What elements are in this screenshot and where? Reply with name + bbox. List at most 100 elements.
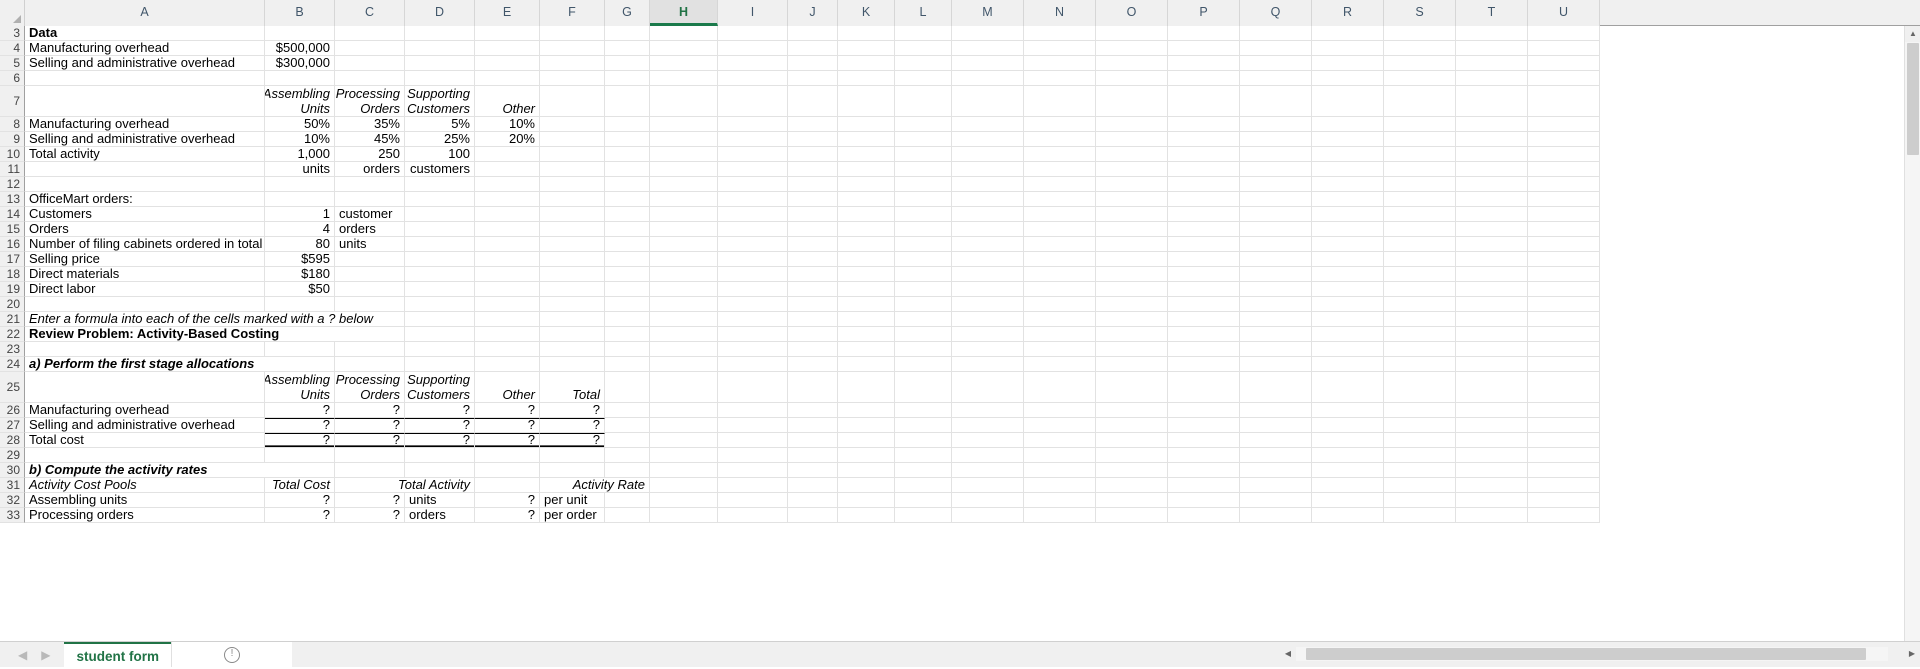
cell-K18[interactable] — [838, 267, 895, 282]
cell-B7[interactable]: Assembling Units — [265, 86, 335, 117]
cell-H25[interactable] — [650, 372, 718, 403]
cell-P10[interactable] — [1168, 147, 1240, 162]
cell-B19[interactable]: $50 — [265, 282, 335, 297]
cell-F15[interactable] — [540, 222, 605, 237]
cell-E8[interactable]: 10% — [475, 117, 540, 132]
cell-L9[interactable] — [895, 132, 952, 147]
cell-T26[interactable] — [1456, 403, 1528, 418]
cell-C20[interactable] — [335, 297, 405, 312]
cell-M6[interactable] — [952, 71, 1024, 86]
cell-U29[interactable] — [1528, 448, 1600, 463]
column-header-i[interactable]: I — [718, 0, 788, 26]
cell-H26[interactable] — [650, 403, 718, 418]
row-header-31[interactable]: 31 — [0, 478, 25, 493]
cell-R27[interactable] — [1312, 418, 1384, 433]
cell-A30[interactable]: b) Compute the activity rates — [25, 463, 335, 478]
cell-R5[interactable] — [1312, 56, 1384, 71]
cell-P15[interactable] — [1168, 222, 1240, 237]
cell-P22[interactable] — [1168, 327, 1240, 342]
cell-B32[interactable]: ? — [265, 493, 335, 508]
cell-D3[interactable] — [405, 26, 475, 41]
cell-C19[interactable] — [335, 282, 405, 297]
cell-C24[interactable] — [335, 357, 405, 372]
row-header-8[interactable]: 8 — [0, 117, 25, 132]
cell-G27[interactable] — [605, 418, 650, 433]
cell-S19[interactable] — [1384, 282, 1456, 297]
cell-I26[interactable] — [718, 403, 788, 418]
cell-U24[interactable] — [1528, 357, 1600, 372]
cell-N16[interactable] — [1024, 237, 1096, 252]
cell-N29[interactable] — [1024, 448, 1096, 463]
cell-A8[interactable]: Manufacturing overhead — [25, 117, 265, 132]
cell-F17[interactable] — [540, 252, 605, 267]
cell-G13[interactable] — [605, 192, 650, 207]
cell-D16[interactable] — [405, 237, 475, 252]
cell-D14[interactable] — [405, 207, 475, 222]
cell-F26[interactable]: ? — [540, 403, 605, 418]
cell-I28[interactable] — [718, 433, 788, 448]
cell-E14[interactable] — [475, 207, 540, 222]
cell-M32[interactable] — [952, 493, 1024, 508]
cell-I18[interactable] — [718, 267, 788, 282]
vertical-scrollbar[interactable]: ▲ — [1904, 26, 1920, 641]
cell-K19[interactable] — [838, 282, 895, 297]
column-header-a[interactable]: A — [25, 0, 265, 26]
sheet-next-icon[interactable]: ▶ — [41, 649, 50, 661]
cell-T5[interactable] — [1456, 56, 1528, 71]
cell-K3[interactable] — [838, 26, 895, 41]
cell-P20[interactable] — [1168, 297, 1240, 312]
cell-B31[interactable]: Total Cost — [265, 478, 335, 493]
cell-S10[interactable] — [1384, 147, 1456, 162]
cell-K24[interactable] — [838, 357, 895, 372]
cell-I16[interactable] — [718, 237, 788, 252]
cell-M15[interactable] — [952, 222, 1024, 237]
cell-G4[interactable] — [605, 41, 650, 56]
cell-Q18[interactable] — [1240, 267, 1312, 282]
cell-M20[interactable] — [952, 297, 1024, 312]
cell-U27[interactable] — [1528, 418, 1600, 433]
cell-R23[interactable] — [1312, 342, 1384, 357]
cell-D23[interactable] — [405, 342, 475, 357]
cell-E4[interactable] — [475, 41, 540, 56]
cell-P3[interactable] — [1168, 26, 1240, 41]
cell-O4[interactable] — [1096, 41, 1168, 56]
cell-A3[interactable]: Data — [25, 26, 265, 41]
cell-C30[interactable] — [335, 463, 405, 478]
cell-E22[interactable] — [475, 327, 540, 342]
cell-R13[interactable] — [1312, 192, 1384, 207]
cell-N21[interactable] — [1024, 312, 1096, 327]
cell-K10[interactable] — [838, 147, 895, 162]
cell-L6[interactable] — [895, 71, 952, 86]
cell-U33[interactable] — [1528, 508, 1600, 523]
cell-H4[interactable] — [650, 41, 718, 56]
cell-B29[interactable] — [265, 448, 335, 463]
cell-G16[interactable] — [605, 237, 650, 252]
cell-H13[interactable] — [650, 192, 718, 207]
cell-M27[interactable] — [952, 418, 1024, 433]
cell-F12[interactable] — [540, 177, 605, 192]
cell-S7[interactable] — [1384, 86, 1456, 117]
cell-Q10[interactable] — [1240, 147, 1312, 162]
cell-T18[interactable] — [1456, 267, 1528, 282]
cell-I27[interactable] — [718, 418, 788, 433]
cell-E13[interactable] — [475, 192, 540, 207]
cell-J16[interactable] — [788, 237, 838, 252]
cell-N3[interactable] — [1024, 26, 1096, 41]
cell-Q16[interactable] — [1240, 237, 1312, 252]
cell-F3[interactable] — [540, 26, 605, 41]
cell-R9[interactable] — [1312, 132, 1384, 147]
cell-G25[interactable] — [605, 372, 650, 403]
cell-Q19[interactable] — [1240, 282, 1312, 297]
cell-N13[interactable] — [1024, 192, 1096, 207]
cell-C8[interactable]: 35% — [335, 117, 405, 132]
row-header-11[interactable]: 11 — [0, 162, 25, 177]
cell-N10[interactable] — [1024, 147, 1096, 162]
cell-J13[interactable] — [788, 192, 838, 207]
cell-O19[interactable] — [1096, 282, 1168, 297]
cell-C32[interactable]: ? — [335, 493, 405, 508]
cell-L27[interactable] — [895, 418, 952, 433]
cell-B16[interactable]: 80 — [265, 237, 335, 252]
cell-H30[interactable] — [650, 463, 718, 478]
cell-S24[interactable] — [1384, 357, 1456, 372]
column-header-t[interactable]: T — [1456, 0, 1528, 26]
